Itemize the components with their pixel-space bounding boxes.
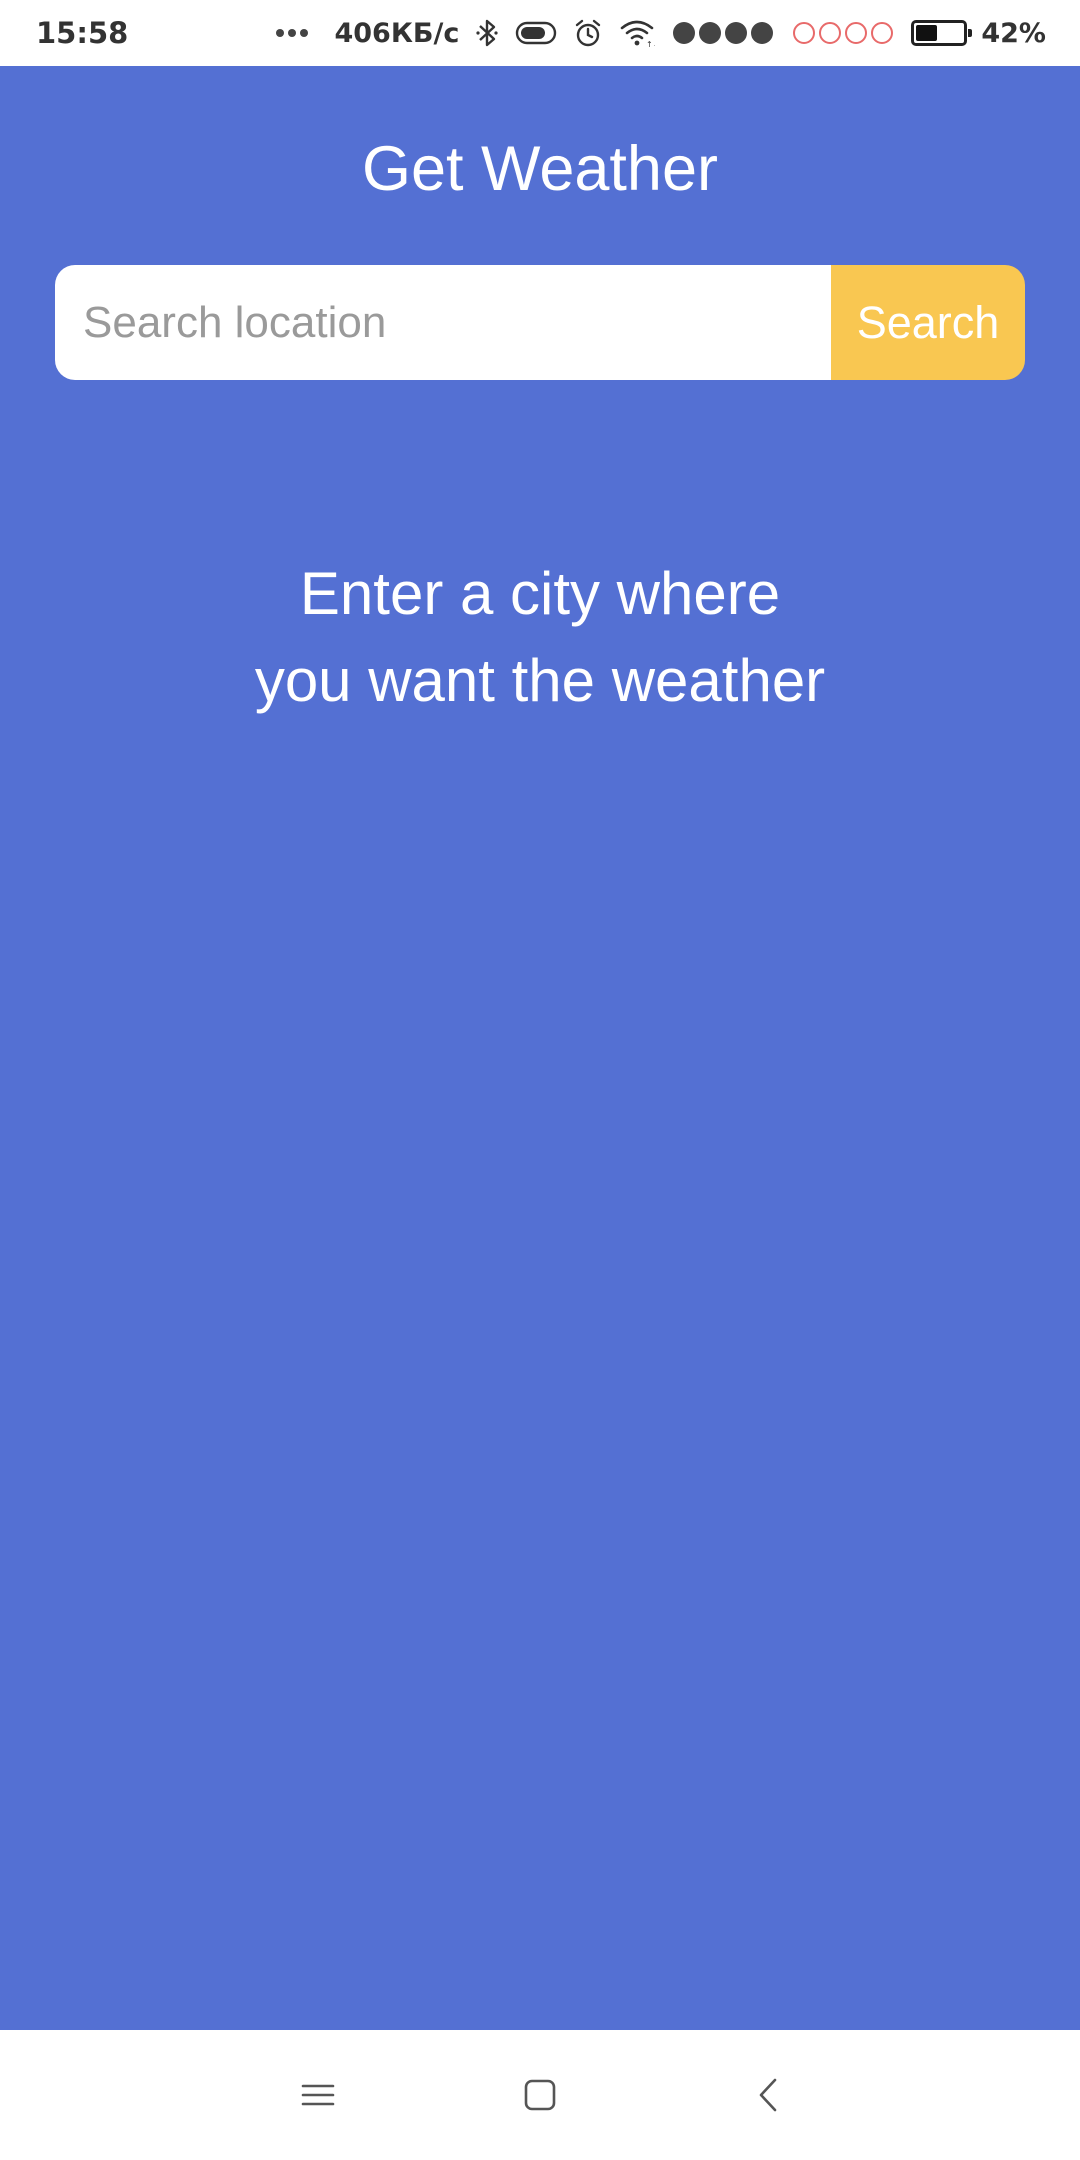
battery-icon [911, 20, 973, 46]
wifi-icon: ↑↓ [621, 20, 655, 48]
svg-text:↑↓: ↑↓ [646, 40, 655, 48]
status-bar: 15:58 406КБ/с ↑ 42% [0, 0, 1080, 66]
signal-sim1-icon [671, 22, 775, 44]
screen: 15:58 406КБ/с ↑ 42% Get Weather Search l… [0, 0, 1080, 2160]
status-time: 15:58 [36, 16, 129, 50]
network-speed: 406КБ/с [334, 17, 460, 49]
battery-percent: 42% [981, 17, 1046, 49]
navigation-bar [0, 2030, 1080, 2160]
status-icons: 406КБ/с ↑↓ [274, 0, 1046, 66]
search-button[interactable]: Search [831, 265, 1025, 380]
search-input[interactable] [55, 265, 831, 380]
empty-state-message: Enter a city where you want the weather [80, 550, 1000, 724]
empty-state-line-2: you want the weather [254, 647, 826, 714]
battery-fill [916, 25, 938, 41]
main-content: Get Weather Search Enter a city where yo… [0, 66, 1080, 2030]
search-bar: Search [55, 265, 1025, 380]
home-icon[interactable] [510, 2065, 570, 2125]
menu-icon[interactable] [288, 2065, 348, 2125]
alarm-icon [576, 19, 601, 47]
toggle-icon [516, 21, 557, 45]
more-dots-icon [274, 29, 310, 37]
signal-sim2-icon [791, 22, 895, 44]
page-title: Get Weather [361, 134, 718, 204]
empty-state-line-1: Enter a city where [299, 560, 781, 627]
bluetooth-icon [476, 19, 498, 47]
back-icon[interactable] [738, 2065, 798, 2125]
